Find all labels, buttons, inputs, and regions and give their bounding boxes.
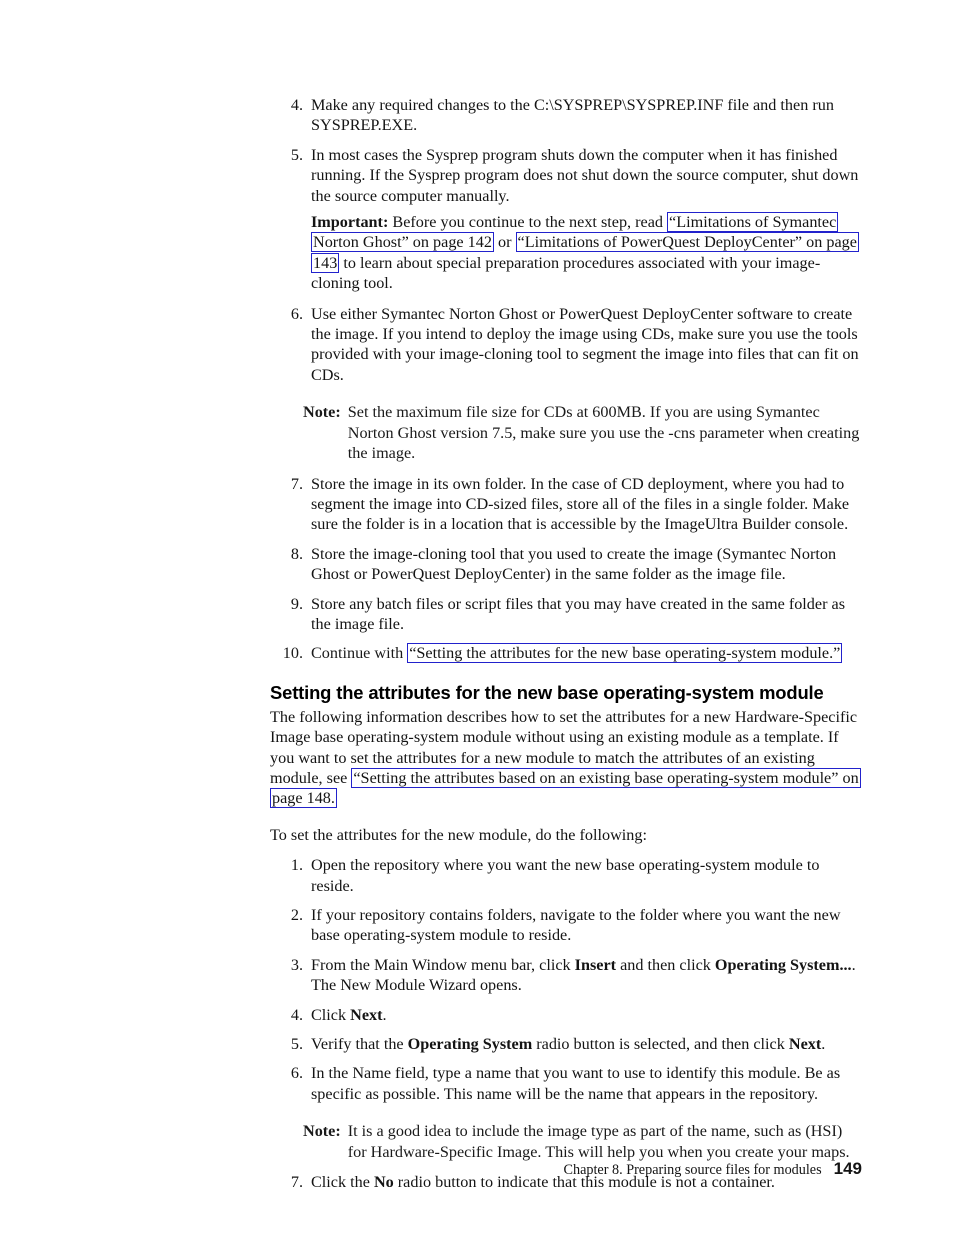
list-item-text: Store the image-cloning tool that you us…: [311, 544, 837, 584]
list-item: 4. Click Next.: [270, 1005, 862, 1025]
list-item-number: 4.: [290, 1005, 303, 1024]
important-between: or: [493, 233, 516, 252]
list-item-number: 9.: [290, 594, 303, 613]
list-item: 4. Make any required changes to the C:\S…: [270, 95, 862, 136]
list-item-text: Store the image in its own folder. In th…: [311, 474, 850, 534]
note-block: Note: Set the maximum file size for CDs …: [303, 402, 862, 463]
important-after: to learn about special preparation proce…: [311, 253, 821, 293]
list-item: 10. Continue with “Setting the attribute…: [270, 643, 862, 664]
step-text: From the Main Window menu bar, click: [311, 955, 575, 974]
step-text: and then click: [616, 955, 715, 974]
list-item: 8. Store the image-cloning tool that you…: [270, 544, 862, 585]
important-before: Before you continue to the next step, re…: [388, 213, 668, 232]
list-item: 9. Store any batch files or script files…: [270, 594, 862, 635]
document-page: 4. Make any required changes to the C:\S…: [0, 0, 954, 1235]
next-button-label: Next: [350, 1005, 383, 1024]
steps-lead-in: To set the attributes for the new module…: [270, 825, 647, 844]
list-item-text: Make any required changes to the C:\SYSP…: [311, 96, 834, 135]
important-note: Important: Before you continue to the ne…: [270, 210, 862, 294]
list-item-number: 5.: [290, 1035, 303, 1054]
note-block: Note: It is a good idea to include the i…: [303, 1121, 862, 1162]
list-item-text: If your repository contains folders, nav…: [303, 905, 862, 946]
list-item-number: 4.: [290, 96, 303, 114]
list-item: 7. Store the image in its own folder. In…: [270, 474, 862, 535]
list-item-number: 6.: [290, 1064, 303, 1083]
list-item: 6. In the Name field, type a name that y…: [270, 1063, 862, 1104]
list-item-text: Verify that the Operating System radio b…: [303, 1034, 862, 1054]
list-item-number: 3.: [290, 955, 303, 974]
list-item: 5. In most cases the Sysprep program shu…: [270, 145, 862, 206]
step-text: Open the repository where you want the n…: [311, 856, 820, 895]
important-spacer: [270, 210, 303, 294]
list-item-number: 2.: [290, 906, 303, 924]
list-item-text: In most cases the Sysprep program shuts …: [311, 145, 859, 205]
list-item-text: Open the repository where you want the n…: [303, 855, 862, 896]
list-item: 5. Verify that the Operating System radi…: [270, 1034, 862, 1054]
link-setting-attributes-new-base-os-module[interactable]: “Setting the attributes for the new base…: [407, 643, 843, 664]
important-text: Important: Before you continue to the ne…: [303, 210, 862, 294]
note-text: It is a good idea to include the image t…: [347, 1122, 850, 1161]
menu-insert-label: Insert: [574, 955, 617, 974]
note-text: Set the maximum file size for CDs at 600…: [347, 403, 860, 463]
list-item: 3. From the Main Window menu bar, click …: [270, 955, 862, 996]
list-item-text: Click Next.: [303, 1005, 862, 1025]
page-content: 4. Make any required changes to the C:\S…: [270, 95, 862, 1192]
list-item-number: 5.: [290, 145, 303, 164]
important-label: Important:: [311, 213, 389, 232]
footer-chapter-text: Chapter 8. Preparing source files for mo…: [563, 1162, 822, 1178]
link-setting-attributes-existing-base-os-module[interactable]: “Setting the attributes based on an exis…: [270, 767, 861, 809]
page-footer: Chapter 8. Preparing source files for mo…: [270, 1160, 862, 1179]
list-item-text: From the Main Window menu bar, click Ins…: [303, 955, 862, 996]
list-item-text-before: Continue with: [311, 644, 408, 663]
list-item-text: Store any batch files or script files th…: [311, 594, 845, 633]
list-item-number: 6.: [290, 304, 303, 323]
list-item: 1. Open the repository where you want th…: [270, 855, 862, 896]
step-text: Click: [311, 1005, 351, 1024]
next-button-label: Next: [788, 1035, 822, 1054]
list-item-number: 8.: [290, 544, 303, 563]
step-text: In the Name field, type a name that you …: [311, 1064, 841, 1103]
list-item-text: In the Name field, type a name that you …: [303, 1063, 862, 1104]
list-item-number: 1.: [290, 856, 303, 875]
step-text: radio button is selected, and then click: [532, 1035, 789, 1054]
operating-system-radio-label: Operating System: [407, 1035, 533, 1054]
section-intro-paragraph: The following information describes how …: [270, 707, 862, 809]
note-label: Note:: [303, 403, 341, 422]
page-number: 149: [833, 1159, 862, 1178]
step-text: .: [821, 1035, 826, 1054]
list-item-number: 10.: [282, 644, 303, 663]
step-text: If your repository contains folders, nav…: [311, 906, 841, 945]
list-item: 6. Use either Symantec Norton Ghost or P…: [270, 304, 862, 386]
step-text: .: [382, 1005, 387, 1024]
menu-operating-system-label: Operating System...: [714, 955, 852, 974]
step-text: Verify that the: [311, 1035, 408, 1054]
section-heading: Setting the attributes for the new base …: [270, 681, 824, 703]
list-item-number: 7.: [290, 474, 303, 493]
list-item: 2. If your repository contains folders, …: [270, 905, 862, 946]
list-item-text: Use either Symantec Norton Ghost or Powe…: [311, 304, 859, 384]
note-label: Note:: [303, 1122, 341, 1141]
